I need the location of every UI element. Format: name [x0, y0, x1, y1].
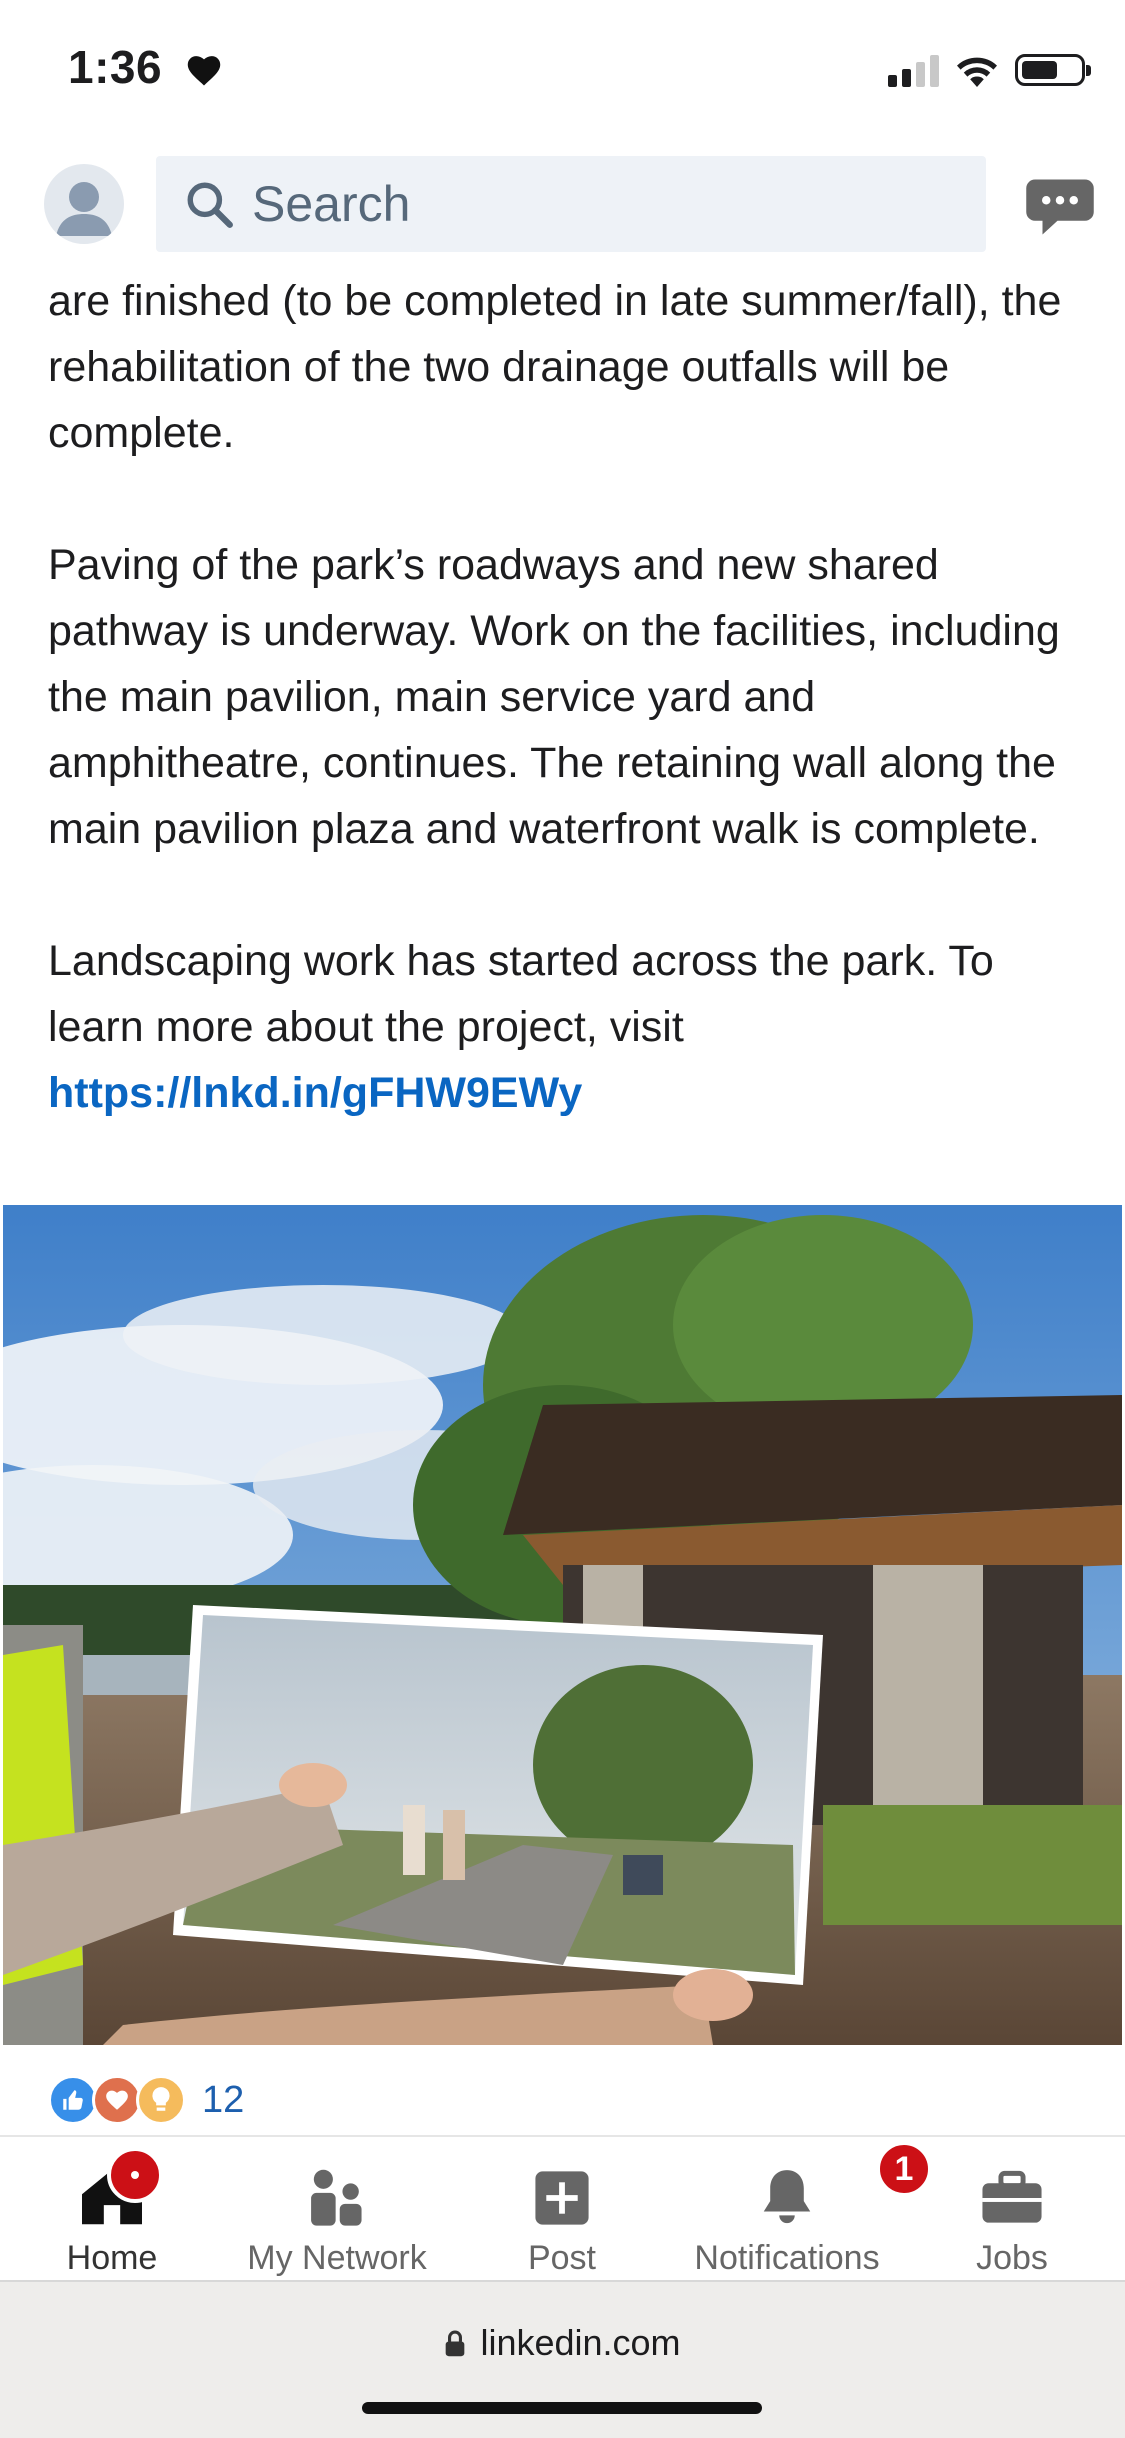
notifications-badge: 1 — [876, 2141, 932, 2197]
plus-box-icon — [533, 2137, 591, 2227]
avatar[interactable] — [44, 164, 124, 244]
nav-home[interactable]: Home — [52, 2137, 172, 2282]
nav-notifications[interactable]: 1 Notifications — [672, 2137, 932, 2282]
nav-my-network[interactable]: My Network — [232, 2137, 442, 2282]
love-icon — [92, 2075, 142, 2125]
battery-icon — [1015, 54, 1091, 86]
people-icon — [304, 2137, 370, 2227]
home-indicator[interactable] — [362, 2402, 762, 2414]
status-time: 1:36 — [68, 40, 223, 94]
nav-my-network-label: My Network — [247, 2239, 427, 2277]
status-bar: 1:36 — [0, 0, 1125, 140]
messaging-icon[interactable] — [1025, 176, 1095, 238]
browser-address-bar[interactable]: linkedin.com — [0, 2280, 1125, 2438]
nav-jobs-label: Jobs — [976, 2239, 1048, 2277]
post-image[interactable] — [3, 1205, 1122, 2045]
url-text: linkedin.com — [480, 2322, 681, 2363]
post-body: are finished (to be completed in late su… — [48, 268, 1088, 1126]
nav-notifications-label: Notifications — [694, 2239, 880, 2277]
post-paragraph: are finished (to be completed in late su… — [48, 277, 1062, 457]
search-input[interactable]: Search — [156, 156, 986, 252]
search-placeholder: Search — [252, 176, 411, 232]
lock-icon — [446, 2330, 465, 2357]
heart-icon — [188, 56, 221, 86]
notifications-badge-count: 1 — [894, 2149, 914, 2188]
status-indicators — [888, 50, 1091, 90]
nav-jobs[interactable]: Jobs — [952, 2137, 1072, 2282]
search-icon — [187, 182, 233, 228]
post-paragraph: Paving of the park’s roadways and new sh… — [48, 541, 1060, 853]
bottom-navigation: Home My Network Post 1 Notifications Job… — [0, 2135, 1125, 2282]
cellular-signal-icon — [888, 53, 939, 87]
reactions-summary[interactable]: 12 — [48, 2070, 244, 2130]
like-icon — [48, 2075, 98, 2125]
home-icon — [79, 2137, 163, 2227]
nav-post[interactable]: Post — [502, 2137, 622, 2282]
briefcase-icon — [980, 2137, 1044, 2227]
bell-icon: 1 — [756, 2137, 932, 2227]
nav-home-label: Home — [66, 2239, 158, 2277]
profile-silhouette-icon — [56, 182, 112, 236]
post-paragraph: Landscaping work has started across the … — [48, 937, 994, 1051]
post-link[interactable]: https://lnkd.in/gFHW9EWy — [48, 1069, 582, 1117]
insightful-icon — [136, 2075, 186, 2125]
time-text: 1:36 — [68, 41, 163, 93]
reaction-count[interactable]: 12 — [202, 2079, 244, 2122]
wifi-icon — [957, 57, 997, 87]
url-display[interactable]: linkedin.com — [0, 2322, 1125, 2364]
nav-post-label: Post — [527, 2239, 597, 2277]
top-bar: Search — [0, 148, 1125, 268]
home-badge — [107, 2147, 163, 2203]
